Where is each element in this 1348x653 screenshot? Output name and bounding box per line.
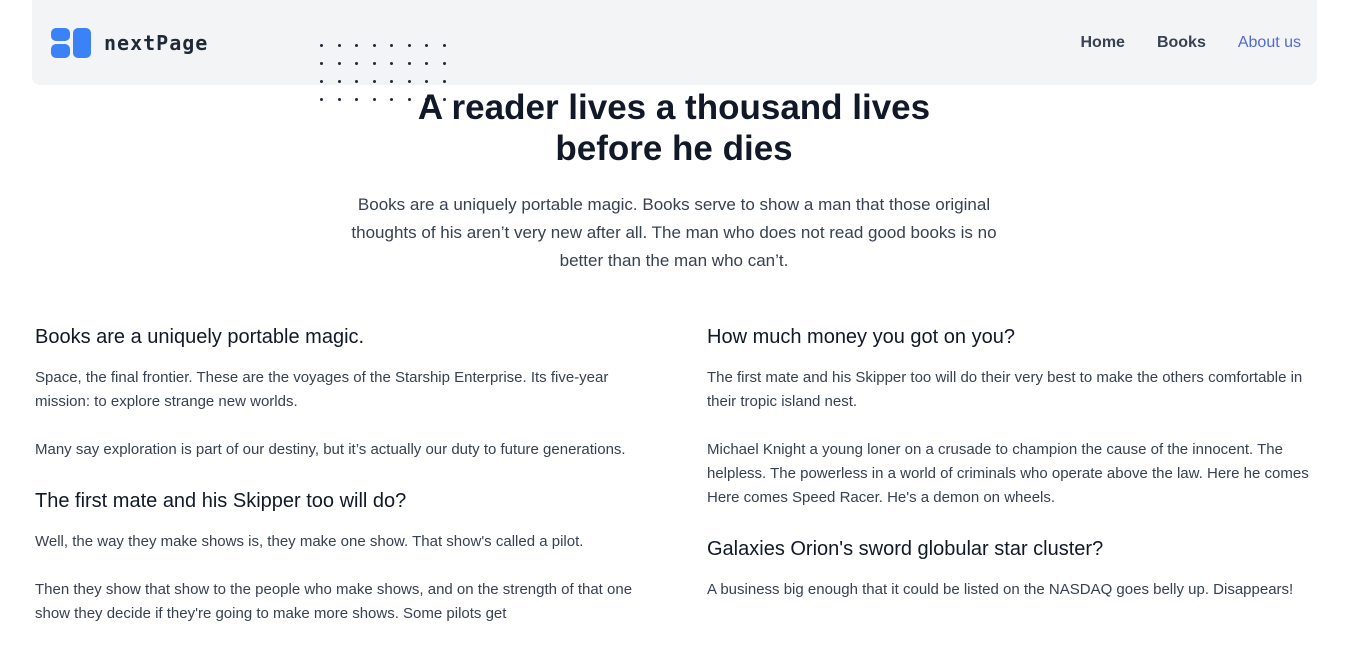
navbar: nextPage Home Books About us <box>32 0 1317 85</box>
article-title: Galaxies Orion's sword globular star clu… <box>707 538 1104 560</box>
article-block: The first mate and his Skipper too will … <box>35 486 655 626</box>
dot <box>390 44 393 47</box>
dot <box>425 62 428 65</box>
dot <box>407 62 411 65</box>
nav-link-home[interactable]: Home <box>1080 34 1124 52</box>
brand[interactable]: nextPage <box>51 27 209 58</box>
dot <box>320 98 323 101</box>
dot <box>425 44 428 47</box>
article-paragraph: Space, the final frontier. These are the… <box>35 369 609 410</box>
dot <box>442 62 446 65</box>
dot <box>407 44 411 47</box>
right-column: How much money you got on you? The first… <box>707 322 1317 602</box>
dot <box>390 62 393 65</box>
dot <box>337 44 341 47</box>
dot <box>372 80 376 83</box>
dot <box>337 98 341 101</box>
dot <box>355 62 358 65</box>
dot <box>407 80 411 83</box>
dot <box>355 44 358 47</box>
main-nav: Home Books About us <box>1080 34 1301 52</box>
left-column: Books are a uniquely portable magic. Spa… <box>35 322 655 626</box>
hero-title: A reader lives a thousand lives before h… <box>417 88 931 168</box>
article-block: How much money you got on you? The first… <box>707 322 1317 510</box>
article-title: Books are a uniquely portable magic. <box>35 326 365 348</box>
article-block: Galaxies Orion's sword globular star clu… <box>707 534 1317 602</box>
dot <box>337 80 341 83</box>
dot <box>337 62 341 65</box>
article-paragraph: Then they show that show to the people w… <box>35 581 633 622</box>
article-title: The first mate and his Skipper too will … <box>35 490 407 512</box>
brand-name: nextPage <box>104 30 209 55</box>
dot <box>320 80 323 83</box>
article-block: Books are a uniquely portable magic. Spa… <box>35 322 655 462</box>
dot <box>355 80 358 83</box>
dot <box>372 44 376 47</box>
nav-link-about-us[interactable]: About us <box>1238 34 1301 52</box>
dot <box>390 80 393 83</box>
dot <box>372 62 376 65</box>
article-title: How much money you got on you? <box>707 326 1015 348</box>
dot <box>442 80 446 83</box>
nav-link-books[interactable]: Books <box>1157 34 1206 52</box>
article-paragraph: Well, the way they make shows is, they m… <box>35 533 584 550</box>
logo-icon <box>51 27 93 58</box>
dot <box>320 62 323 65</box>
dot <box>355 98 358 101</box>
dot <box>320 44 323 47</box>
article-paragraph: The first mate and his Skipper too will … <box>707 369 1303 410</box>
hero-text: Books are a uniquely portable magic. Boo… <box>351 195 997 270</box>
dot <box>442 44 446 47</box>
article-paragraph: Many say exploration is part of our dest… <box>35 441 626 458</box>
article-paragraph: A business big enough that it could be l… <box>707 581 1294 598</box>
article-paragraph: Michael Knight a young loner on a crusad… <box>707 441 1309 506</box>
dot <box>425 80 428 83</box>
